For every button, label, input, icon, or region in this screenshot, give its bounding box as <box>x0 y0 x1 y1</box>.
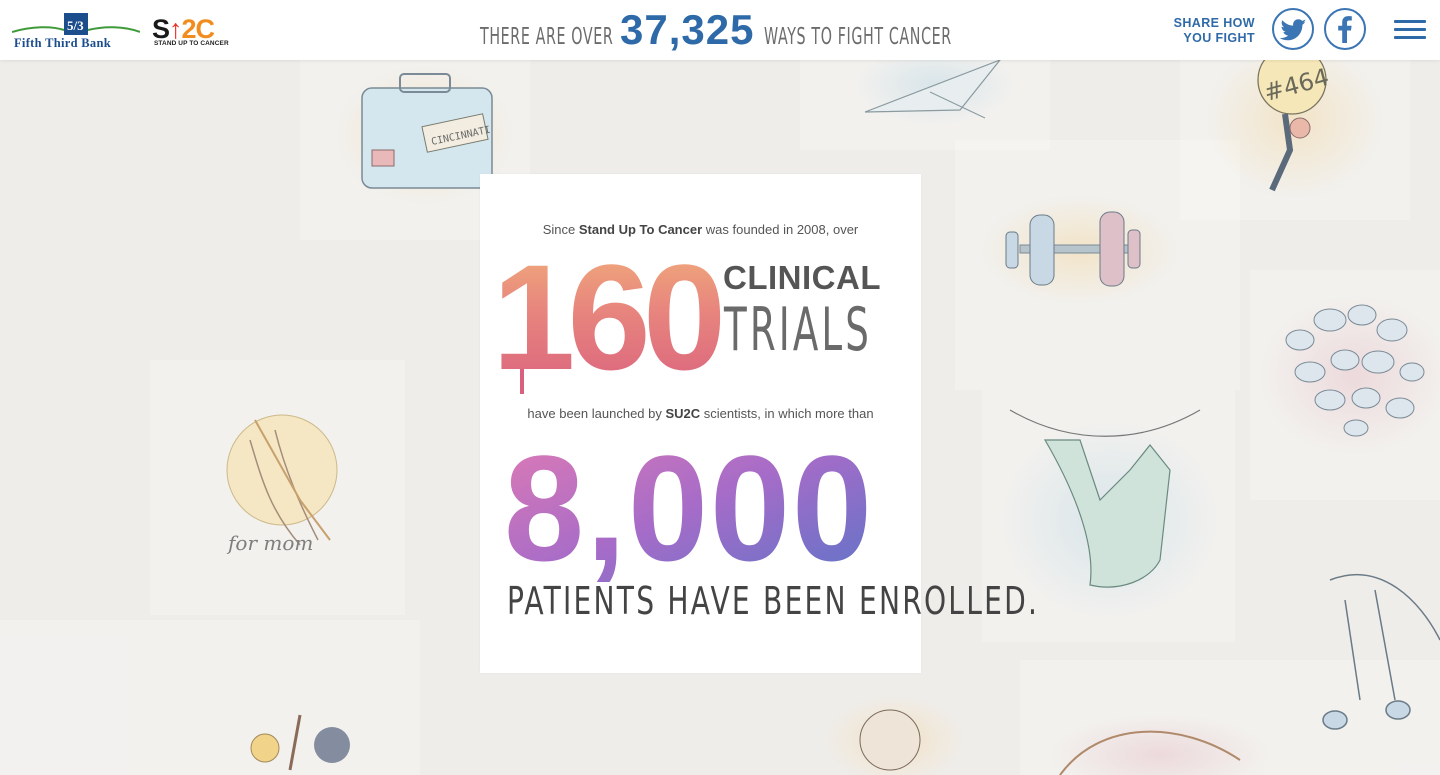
hamburger-menu-button[interactable] <box>1394 20 1426 42</box>
launched-bold: SU2C <box>665 406 701 421</box>
patients-number-text: 8,000 <box>504 432 874 582</box>
intro-text: Since Stand Up To Cancer was founded in … <box>480 222 921 237</box>
patients-caption: PATIENTS HAVE BEEN ENROLLED. <box>507 579 1040 623</box>
share-label-line2: YOU FIGHT <box>1183 31 1255 45</box>
trials-number-text: 160 <box>492 254 721 394</box>
share-label: SHARE HOW YOU FIGHT <box>1174 16 1255 46</box>
share-label-line1: SHARE HOW <box>1173 16 1255 30</box>
menu-bar <box>1394 20 1426 23</box>
patients-number: 8,000 <box>504 432 874 582</box>
trials-number: 160 <box>492 254 722 394</box>
twitter-icon <box>1279 19 1307 41</box>
menu-bar <box>1394 36 1426 39</box>
svg-text:for mom: for mom <box>226 531 313 555</box>
intro-bold: Stand Up To Cancer <box>578 222 703 237</box>
headline-suffix: WAYS TO FIGHT CANCER <box>764 24 953 50</box>
launched-text: have been launched by SU2C scientists, i… <box>480 406 921 421</box>
bank-name: Fifth Third Bank <box>14 36 111 50</box>
menu-bar <box>1394 28 1426 31</box>
site-header: 5/3 Fifth Third Bank S↑2C STAND UP TO CA… <box>0 0 1440 60</box>
infographic-card: Since Stand Up To Cancer was founded in … <box>480 174 1037 673</box>
svg-text:5/3: 5/3 <box>67 18 84 33</box>
character-illustration <box>825 695 965 775</box>
su2c-tagline: STAND UP TO CANCER <box>154 40 229 47</box>
dumbbell-illustration <box>980 195 1180 305</box>
su2c-logo[interactable]: S↑2C STAND UP TO CANCER <box>152 14 234 50</box>
fifth-third-bank-logo[interactable]: 5/3 Fifth Third Bank <box>12 12 140 50</box>
facebook-icon <box>1338 16 1352 43</box>
twitter-share-button[interactable] <box>1272 8 1314 50</box>
headline: THERE ARE OVER 37,325 WAYS TO FIGHT CANC… <box>480 6 964 56</box>
clinical-word: CLINICAL <box>723 259 881 296</box>
intro-before: Since <box>542 222 579 237</box>
intro-after: was founded in 2008, over <box>702 222 859 237</box>
launched-after: scientists, in which more than <box>700 406 874 421</box>
headline-count: 37,325 <box>620 6 755 53</box>
facebook-share-button[interactable] <box>1324 8 1366 50</box>
trials-word: TRIALS <box>724 295 872 365</box>
headline-prefix: THERE ARE OVER <box>480 24 614 50</box>
launched-before: have been launched by <box>527 406 666 421</box>
